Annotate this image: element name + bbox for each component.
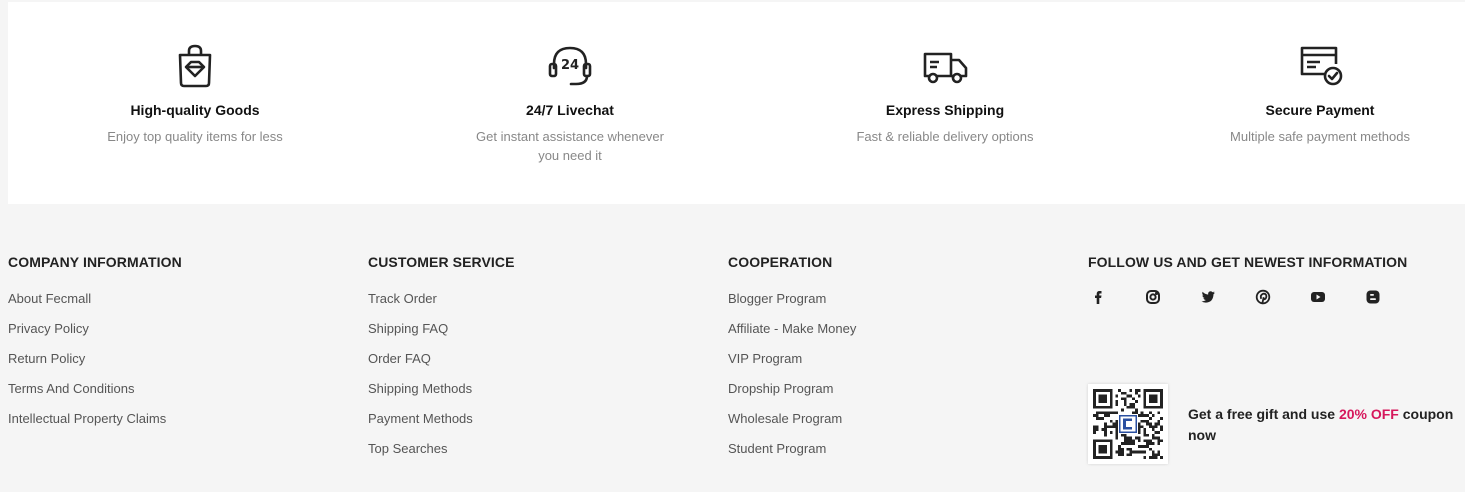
youtube-icon[interactable] (1308, 287, 1363, 307)
facebook-icon[interactable] (1088, 287, 1143, 307)
footer-link-terms[interactable]: Terms And Conditions (8, 380, 182, 410)
feature-title: 24/7 Livechat (526, 102, 614, 118)
footer-link-blogger[interactable]: Blogger Program (728, 290, 856, 320)
blogger-icon[interactable] (1363, 287, 1418, 307)
pinterest-icon[interactable] (1253, 287, 1308, 307)
headset-24-icon: 24 (440, 42, 700, 90)
delivery-truck-icon (815, 42, 1075, 90)
feature-description: Multiple safe payment methods (1230, 129, 1410, 144)
footer-link-shipping-methods[interactable]: Shipping Methods (368, 380, 515, 410)
footer-link-ip-claims[interactable]: Intellectual Property Claims (8, 410, 182, 440)
footer-follow-column: FOLLOW US AND GET NEWEST INFORMATION (1088, 254, 1407, 274)
promo-highlight: 20% OFF (1338, 406, 1399, 422)
footer-link-payment-methods[interactable]: Payment Methods (368, 410, 515, 440)
footer-link-student[interactable]: Student Program (728, 440, 856, 470)
footer-link-affiliate[interactable]: Affiliate - Make Money (728, 320, 856, 350)
footer-link-wholesale[interactable]: Wholesale Program (728, 410, 856, 440)
footer-link-about[interactable]: About Fecmall (8, 290, 182, 320)
social-links (1088, 287, 1418, 307)
shopping-bag-icon (65, 42, 325, 90)
qr-code (1088, 384, 1168, 464)
features-strip: High-quality Goods Enjoy top quality ite… (8, 2, 1465, 204)
footer-link-track-order[interactable]: Track Order (368, 290, 515, 320)
feature-title: Express Shipping (885, 102, 1005, 118)
feature-title: Secure Payment (1265, 102, 1375, 118)
promo-text-before: Get a free gift and use (1188, 406, 1339, 422)
footer-company-column: COMPANY INFORMATION About Fecmall Privac… (8, 254, 182, 440)
feature-description: Fast & reliable delivery options (856, 129, 1034, 144)
footer-heading: FOLLOW US AND GET NEWEST INFORMATION (1088, 254, 1408, 270)
twitter-icon[interactable] (1198, 287, 1253, 307)
feature-description: Enjoy top quality items for less (107, 129, 283, 144)
footer-link-return[interactable]: Return Policy (8, 350, 182, 380)
instagram-icon[interactable] (1143, 287, 1198, 307)
footer-heading: CUSTOMER SERVICE (368, 254, 515, 270)
feature-description: Get instant assistance whenever you need… (476, 129, 664, 163)
footer-link-shipping-faq[interactable]: Shipping FAQ (368, 320, 515, 350)
footer-link-privacy[interactable]: Privacy Policy (8, 320, 182, 350)
svg-text:24: 24 (561, 58, 579, 73)
promo-text: Get a free gift and use 20% OFF coupon n… (1188, 404, 1463, 446)
footer-link-top-searches[interactable]: Top Searches (368, 440, 515, 470)
feature-title: High-quality Goods (130, 102, 260, 118)
footer-link-vip[interactable]: VIP Program (728, 350, 856, 380)
footer-cooperation-column: COOPERATION Blogger Program Affiliate - … (728, 254, 856, 470)
footer-heading: COMPANY INFORMATION (8, 254, 182, 270)
secure-card-icon (1190, 42, 1450, 90)
footer-heading: COOPERATION (728, 254, 833, 270)
footer-service-column: CUSTOMER SERVICE Track Order Shipping FA… (368, 254, 515, 470)
footer-link-dropship[interactable]: Dropship Program (728, 380, 856, 410)
footer-link-order-faq[interactable]: Order FAQ (368, 350, 515, 380)
